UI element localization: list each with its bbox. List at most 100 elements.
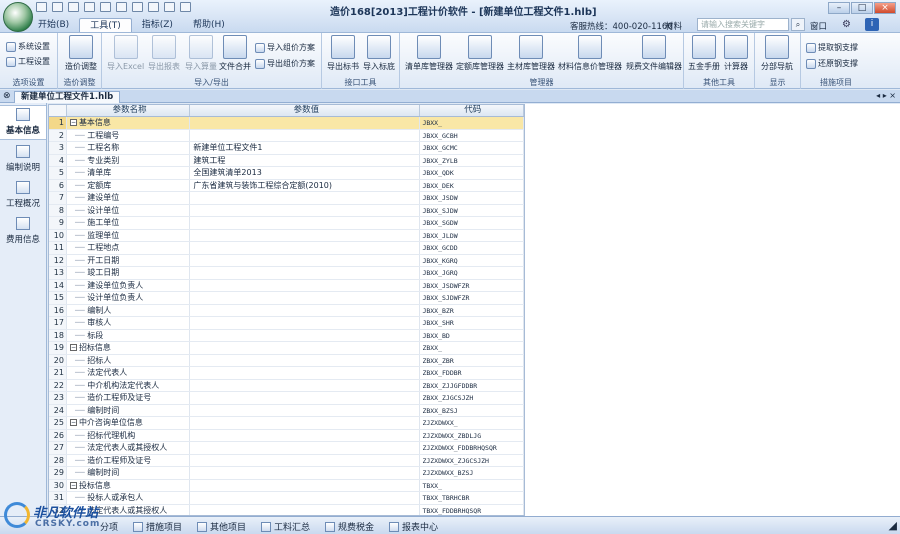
table-row[interactable]: 10 ── 监理单位 JBXX_JLDW [49,229,524,242]
project-settings-button[interactable]: 工程设置 [6,56,50,67]
param-value-cell[interactable] [190,379,421,391]
param-name-cell[interactable]: ── 编制时间 [67,404,191,416]
tab-nav-icons[interactable]: ◂ ▸ × [876,91,896,100]
table-row[interactable]: 23 ── 造价工程师及证号 ZBXX_ZJGCSJZH [49,392,524,405]
collapse-toggle-icon[interactable]: − [69,481,77,489]
table-row[interactable]: 4 ── 专业类别 建筑工程 JBXX_ZYLB [49,154,524,167]
param-value-cell[interactable] [190,479,421,491]
gear-icon[interactable]: ⚙ [842,19,851,30]
param-value-cell[interactable] [190,442,421,454]
param-value-cell[interactable] [190,217,421,229]
param-name-cell[interactable]: ── 设计单位 [67,204,191,216]
close-icon[interactable]: × [874,2,896,14]
param-value-cell[interactable] [190,392,421,404]
param-value-cell[interactable] [190,367,421,379]
param-name-cell[interactable]: ── 编制时间 [67,467,191,479]
sidebar-item-description[interactable]: 编制说明 [0,141,46,176]
extract-steel-support-button[interactable]: 提取钢支撑 [806,42,858,53]
table-row[interactable]: 11 ── 工程地点 JBXX_GCDD [49,242,524,255]
param-name-cell[interactable]: − 中介咨询单位信息 [67,417,191,429]
param-name-cell[interactable]: ── 编制人 [67,304,191,316]
param-value-cell[interactable]: 全国建筑清单2013 [190,167,421,179]
param-value-cell[interactable] [190,192,421,204]
param-name-cell[interactable]: ── 建设单位负责人 [67,279,191,291]
table-row[interactable]: 13 ── 竣工日期 JBXX_JGRQ [49,267,524,280]
search-input[interactable]: 请输入搜索关键字 [697,18,789,31]
sidebar-item-fee-info[interactable]: 费用信息 [0,213,46,248]
close-doc-icon[interactable]: ⊗ [3,91,11,101]
table-row[interactable]: 18 ── 标段 JBXX_BD [49,329,524,342]
table-row[interactable]: 20 ── 招标人 ZBXX_ZBR [49,354,524,367]
copy-icon[interactable] [132,2,143,12]
param-value-cell[interactable] [190,304,421,316]
param-value-cell[interactable] [190,467,421,479]
param-value-cell[interactable] [190,417,421,429]
param-name-cell[interactable]: ── 造价工程师及证号 [67,454,191,466]
param-value-cell[interactable] [190,454,421,466]
param-value-cell[interactable] [190,404,421,416]
param-name-cell[interactable]: ── 招标人 [67,354,191,366]
param-name-cell[interactable]: ── 施工单位 [67,217,191,229]
param-value-cell[interactable] [190,342,421,354]
table-row[interactable]: 30− 投标信息 TBXX_ [49,479,524,492]
table-row[interactable]: 17 ── 审核人 JBXX_SHR [49,317,524,330]
merge-files-button[interactable]: 文件合并 [219,35,251,72]
param-value-cell[interactable] [190,279,421,291]
param-name-cell[interactable]: ── 招标代理机构 [67,429,191,441]
save-icon[interactable] [68,2,79,12]
param-value-cell[interactable] [190,329,421,341]
param-value-cell[interactable]: 建筑工程 [190,154,421,166]
param-value-cell[interactable]: 新建单位工程文件1 [190,142,421,154]
param-name-cell[interactable]: ── 建设单位 [67,192,191,204]
param-value-cell[interactable] [190,267,421,279]
param-value-cell[interactable] [190,117,421,129]
param-name-cell[interactable]: ── 竣工日期 [67,267,191,279]
tab-fees-taxes[interactable]: 规费税金 [325,520,374,533]
export-pricing-scheme-button[interactable]: 导出组价方案 [255,58,315,69]
table-row[interactable]: 16 ── 编制人 JBXX_BZR [49,304,524,317]
cost-adjust-button[interactable]: 造价调整 [65,35,97,72]
hardware-manual-button[interactable]: 五金手册 [688,35,720,72]
table-row[interactable]: 22 ── 中介机构法定代表人 ZBXX_ZJJGFDDBR [49,379,524,392]
restore-steel-support-button[interactable]: 还原钢支撑 [806,58,858,69]
sidebar-item-overview[interactable]: 工程概况 [0,177,46,212]
param-value-cell[interactable] [190,354,421,366]
table-row[interactable]: 19− 招标信息 ZBXX_ [49,342,524,355]
table-row[interactable]: 21 ── 法定代表人 ZBXX_FDDBR [49,367,524,380]
param-value-cell[interactable] [190,292,421,304]
collapse-toggle-icon[interactable]: − [69,119,77,126]
export-tender-button[interactable]: 导出标书 [327,35,359,72]
import-bid-base-button[interactable]: 导入标底 [363,35,395,72]
tab-tools[interactable]: 工具(T) [79,18,132,32]
tab-measures[interactable]: 措施项目 [133,520,182,533]
undo-icon[interactable] [164,2,175,12]
param-value-cell[interactable] [190,317,421,329]
param-name-cell[interactable]: ── 工程编号 [67,129,191,141]
main-material-manager-button[interactable]: 主材库管理器 [507,35,555,72]
table-row[interactable]: 1− 基本信息 JBXX_ [49,117,524,130]
table-row[interactable]: 27 ── 法定代表人或其授权人 ZJZXDWXX_FDDBRHQSQR [49,442,524,455]
tab-help[interactable]: 帮助(H) [183,18,235,32]
sidebar-item-basic-info[interactable]: 基本信息 [0,105,46,140]
table-row[interactable]: 24 ── 编制时间 ZBXX_BZSJ [49,404,524,417]
table-row[interactable]: 5 ── 清单库 全国建筑清单2013 JBXX_QDK [49,167,524,180]
paste-icon[interactable] [148,2,159,12]
param-name-cell[interactable]: ── 法定代表人或其授权人 [67,442,191,454]
tab-other-items[interactable]: 其他项目 [197,520,246,533]
param-value-cell[interactable] [190,429,421,441]
table-row[interactable]: 12 ── 开工日期 JBXX_KGRQ [49,254,524,267]
collapse-toggle-icon[interactable]: − [69,344,77,351]
quota-library-manager-button[interactable]: 定额库管理器 [456,35,504,72]
tab-index[interactable]: 指标(Z) [132,18,183,32]
param-name-cell[interactable]: ── 造价工程师及证号 [67,392,191,404]
param-name-cell[interactable]: ── 法定代表人 [67,367,191,379]
search-icon[interactable]: ⌕ [791,18,805,31]
resize-grip-icon[interactable]: ◢ [889,519,897,532]
param-value-cell[interactable] [190,504,421,515]
import-quantity-button[interactable]: 导入算量 [185,35,217,72]
tab-start[interactable]: 开始(B) [28,18,79,32]
table-row[interactable]: 3 ── 工程名称 新建单位工程文件1 JBXX_GCMC [49,142,524,155]
param-name-cell[interactable]: − 基本信息 [67,117,191,129]
bill-library-manager-button[interactable]: 清单库管理器 [405,35,453,72]
table-row[interactable]: 8 ── 设计单位 JBXX_SJDW [49,204,524,217]
